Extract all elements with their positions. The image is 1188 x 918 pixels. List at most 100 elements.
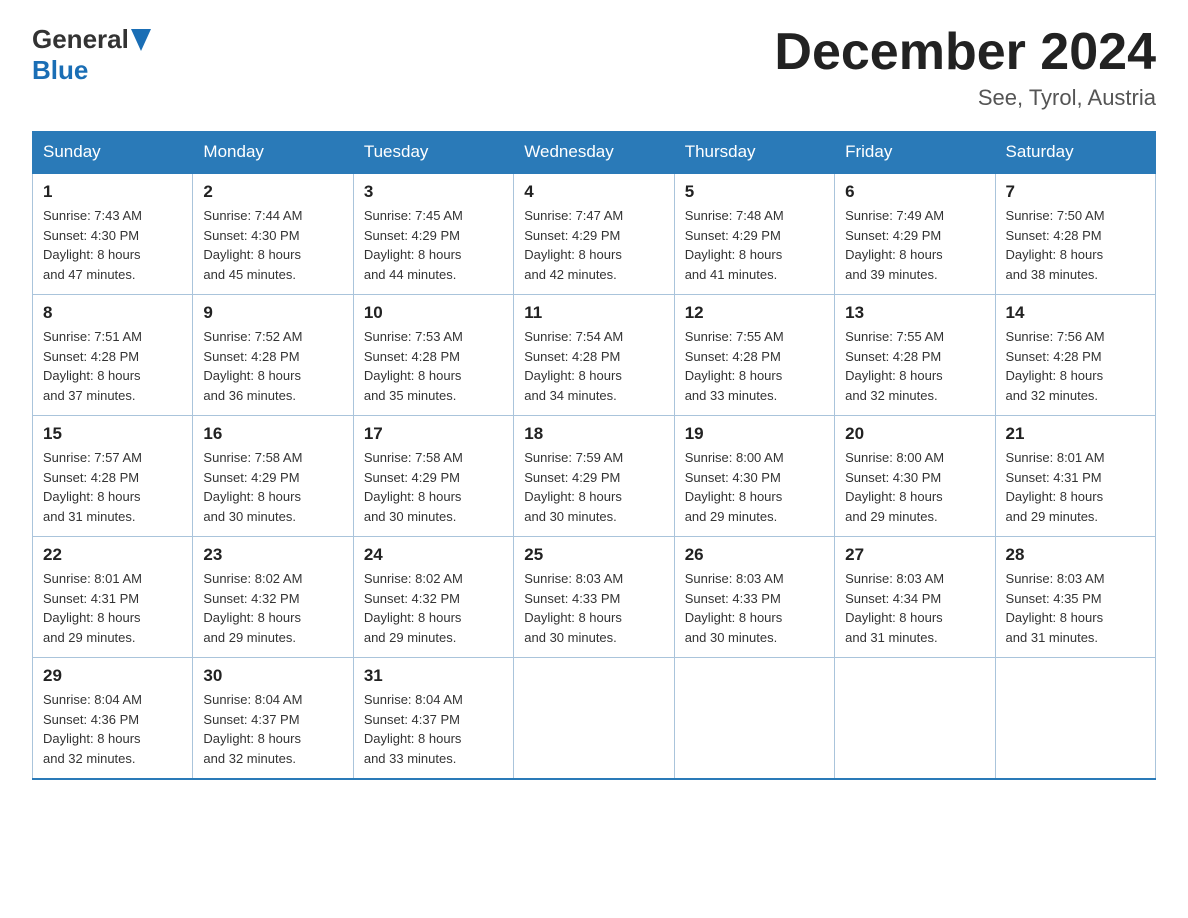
calendar-cell: 1 Sunrise: 7:43 AMSunset: 4:30 PMDayligh… — [33, 173, 193, 295]
calendar-cell: 12 Sunrise: 7:55 AMSunset: 4:28 PMDaylig… — [674, 295, 834, 416]
calendar-week-row: 15 Sunrise: 7:57 AMSunset: 4:28 PMDaylig… — [33, 416, 1156, 537]
calendar-cell: 18 Sunrise: 7:59 AMSunset: 4:29 PMDaylig… — [514, 416, 674, 537]
calendar-cell: 5 Sunrise: 7:48 AMSunset: 4:29 PMDayligh… — [674, 173, 834, 295]
logo-blue-text: Blue — [32, 55, 88, 85]
title-section: December 2024 See, Tyrol, Austria — [774, 24, 1156, 111]
day-number: 16 — [203, 424, 342, 444]
calendar-week-row: 29 Sunrise: 8:04 AMSunset: 4:36 PMDaylig… — [33, 658, 1156, 780]
day-number: 3 — [364, 182, 503, 202]
day-number: 27 — [845, 545, 984, 565]
day-number: 18 — [524, 424, 663, 444]
calendar-week-row: 1 Sunrise: 7:43 AMSunset: 4:30 PMDayligh… — [33, 173, 1156, 295]
calendar-cell: 23 Sunrise: 8:02 AMSunset: 4:32 PMDaylig… — [193, 537, 353, 658]
day-number: 20 — [845, 424, 984, 444]
day-number: 30 — [203, 666, 342, 686]
day-info: Sunrise: 7:58 AMSunset: 4:29 PMDaylight:… — [364, 448, 503, 526]
day-number: 4 — [524, 182, 663, 202]
day-info: Sunrise: 7:50 AMSunset: 4:28 PMDaylight:… — [1006, 206, 1145, 284]
day-info: Sunrise: 8:03 AMSunset: 4:34 PMDaylight:… — [845, 569, 984, 647]
day-number: 12 — [685, 303, 824, 323]
calendar-cell: 8 Sunrise: 7:51 AMSunset: 4:28 PMDayligh… — [33, 295, 193, 416]
day-number: 21 — [1006, 424, 1145, 444]
calendar-header-row: SundayMondayTuesdayWednesdayThursdayFrid… — [33, 132, 1156, 174]
col-header-thursday: Thursday — [674, 132, 834, 174]
calendar-cell: 29 Sunrise: 8:04 AMSunset: 4:36 PMDaylig… — [33, 658, 193, 780]
calendar-cell: 7 Sunrise: 7:50 AMSunset: 4:28 PMDayligh… — [995, 173, 1155, 295]
day-number: 15 — [43, 424, 182, 444]
calendar-cell: 16 Sunrise: 7:58 AMSunset: 4:29 PMDaylig… — [193, 416, 353, 537]
calendar-cell: 11 Sunrise: 7:54 AMSunset: 4:28 PMDaylig… — [514, 295, 674, 416]
calendar-cell: 2 Sunrise: 7:44 AMSunset: 4:30 PMDayligh… — [193, 173, 353, 295]
day-info: Sunrise: 7:55 AMSunset: 4:28 PMDaylight:… — [845, 327, 984, 405]
day-number: 31 — [364, 666, 503, 686]
day-number: 14 — [1006, 303, 1145, 323]
day-number: 26 — [685, 545, 824, 565]
calendar-cell: 6 Sunrise: 7:49 AMSunset: 4:29 PMDayligh… — [835, 173, 995, 295]
logo-general-text: General — [32, 24, 129, 55]
day-info: Sunrise: 8:04 AMSunset: 4:36 PMDaylight:… — [43, 690, 182, 768]
day-number: 17 — [364, 424, 503, 444]
calendar-cell: 30 Sunrise: 8:04 AMSunset: 4:37 PMDaylig… — [193, 658, 353, 780]
day-info: Sunrise: 7:52 AMSunset: 4:28 PMDaylight:… — [203, 327, 342, 405]
calendar-cell: 22 Sunrise: 8:01 AMSunset: 4:31 PMDaylig… — [33, 537, 193, 658]
day-info: Sunrise: 8:03 AMSunset: 4:33 PMDaylight:… — [685, 569, 824, 647]
day-number: 13 — [845, 303, 984, 323]
calendar-cell: 4 Sunrise: 7:47 AMSunset: 4:29 PMDayligh… — [514, 173, 674, 295]
day-info: Sunrise: 8:04 AMSunset: 4:37 PMDaylight:… — [203, 690, 342, 768]
calendar-cell: 19 Sunrise: 8:00 AMSunset: 4:30 PMDaylig… — [674, 416, 834, 537]
day-info: Sunrise: 7:51 AMSunset: 4:28 PMDaylight:… — [43, 327, 182, 405]
col-header-tuesday: Tuesday — [353, 132, 513, 174]
col-header-sunday: Sunday — [33, 132, 193, 174]
day-info: Sunrise: 7:48 AMSunset: 4:29 PMDaylight:… — [685, 206, 824, 284]
day-info: Sunrise: 7:56 AMSunset: 4:28 PMDaylight:… — [1006, 327, 1145, 405]
calendar-cell: 28 Sunrise: 8:03 AMSunset: 4:35 PMDaylig… — [995, 537, 1155, 658]
calendar-cell: 3 Sunrise: 7:45 AMSunset: 4:29 PMDayligh… — [353, 173, 513, 295]
day-number: 8 — [43, 303, 182, 323]
day-info: Sunrise: 7:59 AMSunset: 4:29 PMDaylight:… — [524, 448, 663, 526]
calendar-cell: 17 Sunrise: 7:58 AMSunset: 4:29 PMDaylig… — [353, 416, 513, 537]
day-number: 29 — [43, 666, 182, 686]
calendar-cell: 20 Sunrise: 8:00 AMSunset: 4:30 PMDaylig… — [835, 416, 995, 537]
day-number: 25 — [524, 545, 663, 565]
day-number: 22 — [43, 545, 182, 565]
location-title: See, Tyrol, Austria — [774, 85, 1156, 111]
calendar-cell — [835, 658, 995, 780]
day-number: 10 — [364, 303, 503, 323]
day-number: 6 — [845, 182, 984, 202]
day-number: 28 — [1006, 545, 1145, 565]
day-info: Sunrise: 7:47 AMSunset: 4:29 PMDaylight:… — [524, 206, 663, 284]
day-info: Sunrise: 8:03 AMSunset: 4:33 PMDaylight:… — [524, 569, 663, 647]
col-header-monday: Monday — [193, 132, 353, 174]
calendar-cell: 21 Sunrise: 8:01 AMSunset: 4:31 PMDaylig… — [995, 416, 1155, 537]
day-number: 1 — [43, 182, 182, 202]
calendar-cell — [995, 658, 1155, 780]
day-info: Sunrise: 8:02 AMSunset: 4:32 PMDaylight:… — [203, 569, 342, 647]
day-info: Sunrise: 8:00 AMSunset: 4:30 PMDaylight:… — [685, 448, 824, 526]
day-number: 11 — [524, 303, 663, 323]
calendar-cell: 31 Sunrise: 8:04 AMSunset: 4:37 PMDaylig… — [353, 658, 513, 780]
day-number: 23 — [203, 545, 342, 565]
calendar-cell: 9 Sunrise: 7:52 AMSunset: 4:28 PMDayligh… — [193, 295, 353, 416]
day-number: 24 — [364, 545, 503, 565]
calendar-cell: 14 Sunrise: 7:56 AMSunset: 4:28 PMDaylig… — [995, 295, 1155, 416]
day-info: Sunrise: 7:43 AMSunset: 4:30 PMDaylight:… — [43, 206, 182, 284]
day-info: Sunrise: 8:03 AMSunset: 4:35 PMDaylight:… — [1006, 569, 1145, 647]
col-header-wednesday: Wednesday — [514, 132, 674, 174]
day-info: Sunrise: 7:54 AMSunset: 4:28 PMDaylight:… — [524, 327, 663, 405]
month-title: December 2024 — [774, 24, 1156, 81]
calendar-cell: 26 Sunrise: 8:03 AMSunset: 4:33 PMDaylig… — [674, 537, 834, 658]
day-info: Sunrise: 8:01 AMSunset: 4:31 PMDaylight:… — [43, 569, 182, 647]
day-info: Sunrise: 7:53 AMSunset: 4:28 PMDaylight:… — [364, 327, 503, 405]
day-info: Sunrise: 7:57 AMSunset: 4:28 PMDaylight:… — [43, 448, 182, 526]
logo: General Blue — [32, 24, 151, 86]
day-number: 5 — [685, 182, 824, 202]
calendar-cell: 24 Sunrise: 8:02 AMSunset: 4:32 PMDaylig… — [353, 537, 513, 658]
calendar-cell: 27 Sunrise: 8:03 AMSunset: 4:34 PMDaylig… — [835, 537, 995, 658]
day-info: Sunrise: 7:55 AMSunset: 4:28 PMDaylight:… — [685, 327, 824, 405]
calendar-cell — [514, 658, 674, 780]
day-info: Sunrise: 7:45 AMSunset: 4:29 PMDaylight:… — [364, 206, 503, 284]
day-info: Sunrise: 8:04 AMSunset: 4:37 PMDaylight:… — [364, 690, 503, 768]
col-header-saturday: Saturday — [995, 132, 1155, 174]
calendar-cell: 10 Sunrise: 7:53 AMSunset: 4:28 PMDaylig… — [353, 295, 513, 416]
day-info: Sunrise: 8:00 AMSunset: 4:30 PMDaylight:… — [845, 448, 984, 526]
